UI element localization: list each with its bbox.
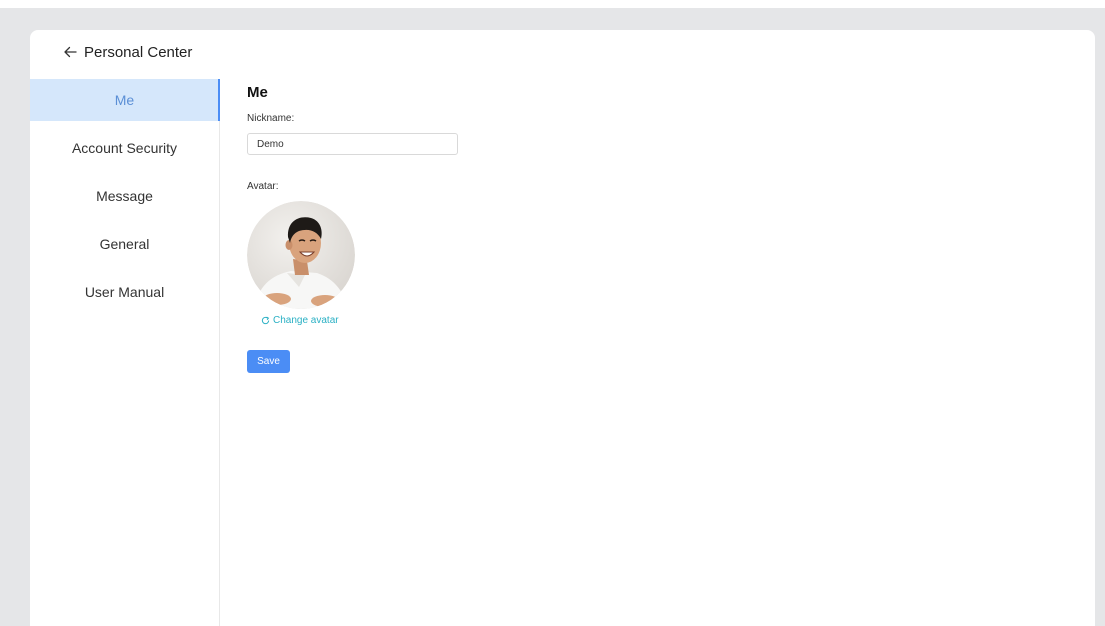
sidebar-item-label: Me	[114, 92, 135, 108]
sidebar-item-me[interactable]: Me	[30, 79, 220, 121]
change-avatar-link[interactable]: Change avatar	[261, 315, 341, 326]
avatar	[247, 201, 355, 309]
nickname-label: Nickname:	[247, 113, 295, 124]
sidebar-item-message[interactable]: Message	[30, 175, 219, 217]
sidebar-item-label: General	[99, 236, 150, 252]
change-avatar-label: Change avatar	[273, 315, 339, 326]
avatar-label: Avatar:	[247, 181, 279, 192]
sidebar-item-user-manual[interactable]: User Manual	[30, 271, 219, 313]
sidebar: Me Account Security Message General User…	[30, 79, 220, 626]
sidebar-item-account-security[interactable]: Account Security	[30, 127, 219, 169]
nickname-input[interactable]	[247, 133, 458, 155]
sidebar-item-general[interactable]: General	[30, 223, 219, 265]
page-title: Personal Center	[84, 43, 193, 61]
refresh-icon	[261, 316, 270, 325]
sidebar-item-label: User Manual	[84, 284, 165, 300]
profile-form: Me Nickname: Avatar:	[247, 79, 458, 373]
back-to-personal-center[interactable]: Personal Center	[30, 30, 192, 74]
personal-center-panel: Personal Center Me Account Security Mess…	[30, 30, 1095, 626]
sidebar-item-label: Message	[96, 188, 153, 204]
top-strip	[0, 0, 1105, 8]
section-title: Me	[247, 84, 268, 101]
save-button[interactable]: Save	[247, 350, 290, 373]
sidebar-item-label: Account Security	[71, 140, 178, 156]
arrow-left-icon[interactable]	[63, 45, 77, 59]
